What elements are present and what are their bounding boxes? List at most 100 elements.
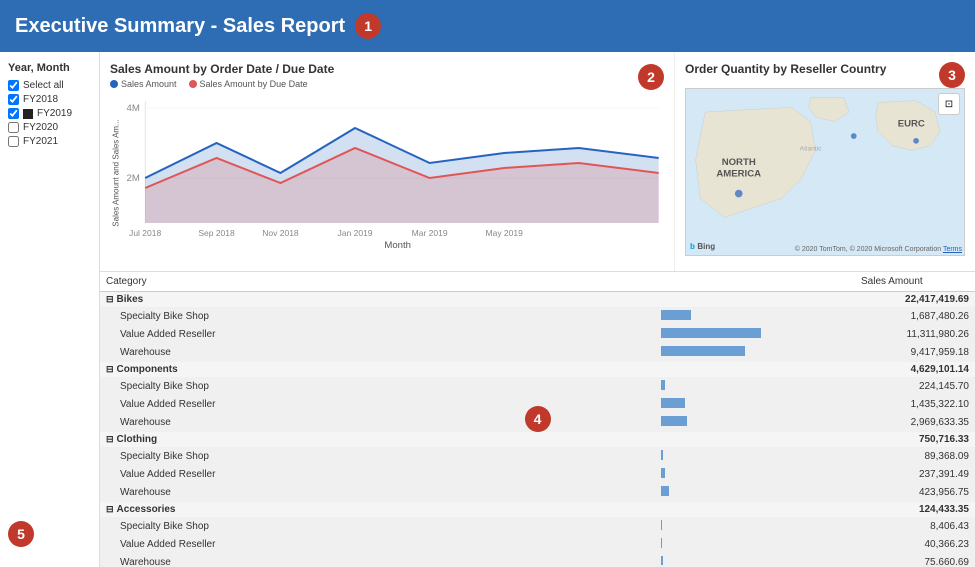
bing-watermark: b Bing bbox=[690, 241, 715, 251]
category-name: ⊟Accessories bbox=[100, 502, 655, 518]
select-all-checkbox[interactable] bbox=[8, 80, 19, 91]
legend-sales-amount: Sales Amount bbox=[110, 79, 177, 89]
map-title: Order Quantity by Reseller Country bbox=[685, 62, 886, 76]
sub-amount: 9,417,959.18 bbox=[855, 344, 975, 362]
table-row-sub: Warehouse 423,956.75 bbox=[100, 484, 975, 502]
map-badge: 3 bbox=[939, 62, 965, 88]
legend-label-due: Sales Amount by Due Date bbox=[200, 79, 308, 89]
fy2020-label: FY2020 bbox=[23, 122, 58, 133]
sub-amount: 423,956.75 bbox=[855, 484, 975, 502]
col-amount: Sales Amount bbox=[855, 272, 975, 292]
svg-text:NORTH: NORTH bbox=[722, 157, 756, 168]
fy2021-label: FY2021 bbox=[23, 136, 58, 147]
sub-amount: 2,969,633.35 bbox=[855, 414, 975, 432]
sub-amount: 40,366.23 bbox=[855, 536, 975, 554]
header-title: Executive Summary - Sales Report bbox=[15, 15, 345, 38]
filter-fy2021[interactable]: FY2021 bbox=[8, 136, 91, 147]
sidebar: Year, Month Select all FY2018 FY2019 FY2… bbox=[0, 52, 100, 567]
category-bar bbox=[655, 292, 855, 308]
sub-name: Specialty Bike Shop bbox=[100, 378, 655, 396]
svg-text:Mar 2019: Mar 2019 bbox=[412, 229, 448, 238]
category-bar bbox=[655, 432, 855, 448]
sub-bar bbox=[655, 326, 855, 344]
map-zoom-button[interactable]: ⊡ bbox=[938, 93, 960, 115]
table-row-sub: Specialty Bike Shop 8,406.43 bbox=[100, 518, 975, 536]
svg-text:AMERICA: AMERICA bbox=[716, 168, 761, 179]
sub-name: Warehouse bbox=[100, 414, 655, 432]
filter-fy2019[interactable]: FY2019 bbox=[8, 108, 91, 119]
map-visual: ⊡ NORTH AMERICA EURC bbox=[685, 88, 965, 256]
sub-bar bbox=[655, 414, 855, 432]
sub-name: Value Added Reseller bbox=[100, 466, 655, 484]
legend-dot-due bbox=[189, 80, 197, 88]
legend-label-sales: Sales Amount bbox=[121, 79, 177, 89]
sidebar-title: Year, Month bbox=[8, 62, 91, 74]
fy2021-checkbox[interactable] bbox=[8, 136, 19, 147]
col-category: Category bbox=[100, 272, 655, 292]
svg-text:2M: 2M bbox=[127, 173, 140, 183]
sub-bar bbox=[655, 308, 855, 326]
table-row-sub: Specialty Bike Shop 1,687,480.26 bbox=[100, 308, 975, 326]
filter-select-all[interactable]: Select all bbox=[8, 80, 91, 91]
sidebar-badge: 5 bbox=[8, 521, 34, 547]
sub-amount: 75,660.69 bbox=[855, 554, 975, 566]
line-chart-container: Sales Amount by Order Date / Due Date Sa… bbox=[100, 52, 675, 271]
category-name: ⊟Bikes bbox=[100, 292, 655, 308]
sub-name: Specialty Bike Shop bbox=[100, 518, 655, 536]
svg-text:Month: Month bbox=[384, 240, 411, 248]
col-bar bbox=[655, 272, 855, 292]
select-all-label: Select all bbox=[23, 80, 64, 91]
svg-text:Jul 2018: Jul 2018 bbox=[129, 229, 162, 238]
category-name: ⊟Components bbox=[100, 362, 655, 378]
table-row-sub: Warehouse 75,660.69 bbox=[100, 554, 975, 566]
map-container: Order Quantity by Reseller Country 3 ⊡ bbox=[675, 52, 975, 271]
sub-name: Specialty Bike Shop bbox=[100, 448, 655, 466]
fy2019-checkbox[interactable] bbox=[8, 108, 19, 119]
category-name: ⊟Clothing bbox=[100, 432, 655, 448]
sub-name: Specialty Bike Shop bbox=[100, 308, 655, 326]
sub-name: Value Added Reseller bbox=[100, 396, 655, 414]
category-bar bbox=[655, 502, 855, 518]
sub-bar bbox=[655, 536, 855, 554]
chart-svg-area: 4M 2M bbox=[110, 93, 664, 248]
category-amount: 124,433.35 bbox=[855, 502, 975, 518]
sub-bar bbox=[655, 518, 855, 536]
filter-fy2020[interactable]: FY2020 bbox=[8, 122, 91, 133]
filter-fy2018[interactable]: FY2018 bbox=[8, 94, 91, 105]
legend-dot-sales bbox=[110, 80, 118, 88]
category-bar bbox=[655, 362, 855, 378]
table-row-sub: Warehouse 2,969,633.35 bbox=[100, 414, 975, 432]
main-content: Year, Month Select all FY2018 FY2019 FY2… bbox=[0, 52, 975, 567]
bottom-area: 4 Category Sales Amount ⊟Bikes 22,417,41… bbox=[100, 272, 975, 567]
table-row-sub: Specialty Bike Shop 224,145.70 bbox=[100, 378, 975, 396]
sub-amount: 1,687,480.26 bbox=[855, 308, 975, 326]
sub-name: Warehouse bbox=[100, 484, 655, 502]
fy2018-checkbox[interactable] bbox=[8, 94, 19, 105]
line-chart-title: Sales Amount by Order Date / Due Date bbox=[110, 62, 334, 76]
fy2019-label: FY2019 bbox=[37, 108, 72, 119]
sub-amount: 237,391.49 bbox=[855, 466, 975, 484]
sub-name: Warehouse bbox=[100, 344, 655, 362]
sub-bar bbox=[655, 448, 855, 466]
fy2020-checkbox[interactable] bbox=[8, 122, 19, 133]
data-table: Category Sales Amount ⊟Bikes 22,417,419.… bbox=[100, 272, 975, 565]
header: Executive Summary - Sales Report 1 bbox=[0, 0, 975, 52]
sub-name: Warehouse bbox=[100, 554, 655, 566]
sub-amount: 8,406.43 bbox=[855, 518, 975, 536]
sub-bar bbox=[655, 554, 855, 566]
table-row-sub: Specialty Bike Shop 89,368.09 bbox=[100, 448, 975, 466]
sub-name: Value Added Reseller bbox=[100, 326, 655, 344]
category-amount: 750,716.33 bbox=[855, 432, 975, 448]
charts-area: Sales Amount by Order Date / Due Date Sa… bbox=[100, 52, 975, 567]
table-row-sub: Value Added Reseller 11,311,980.26 bbox=[100, 326, 975, 344]
sub-amount: 224,145.70 bbox=[855, 378, 975, 396]
svg-text:Sep 2018: Sep 2018 bbox=[198, 229, 235, 238]
table-row-category: ⊟Bikes 22,417,419.69 bbox=[100, 292, 975, 308]
svg-text:May 2019: May 2019 bbox=[486, 229, 524, 238]
sub-bar bbox=[655, 378, 855, 396]
svg-text:Jan 2019: Jan 2019 bbox=[338, 229, 373, 238]
table-row-sub: Value Added Reseller 1,435,322.10 bbox=[100, 396, 975, 414]
sub-amount: 1,435,322.10 bbox=[855, 396, 975, 414]
fy2019-color bbox=[23, 109, 33, 119]
svg-text:4M: 4M bbox=[127, 103, 140, 113]
